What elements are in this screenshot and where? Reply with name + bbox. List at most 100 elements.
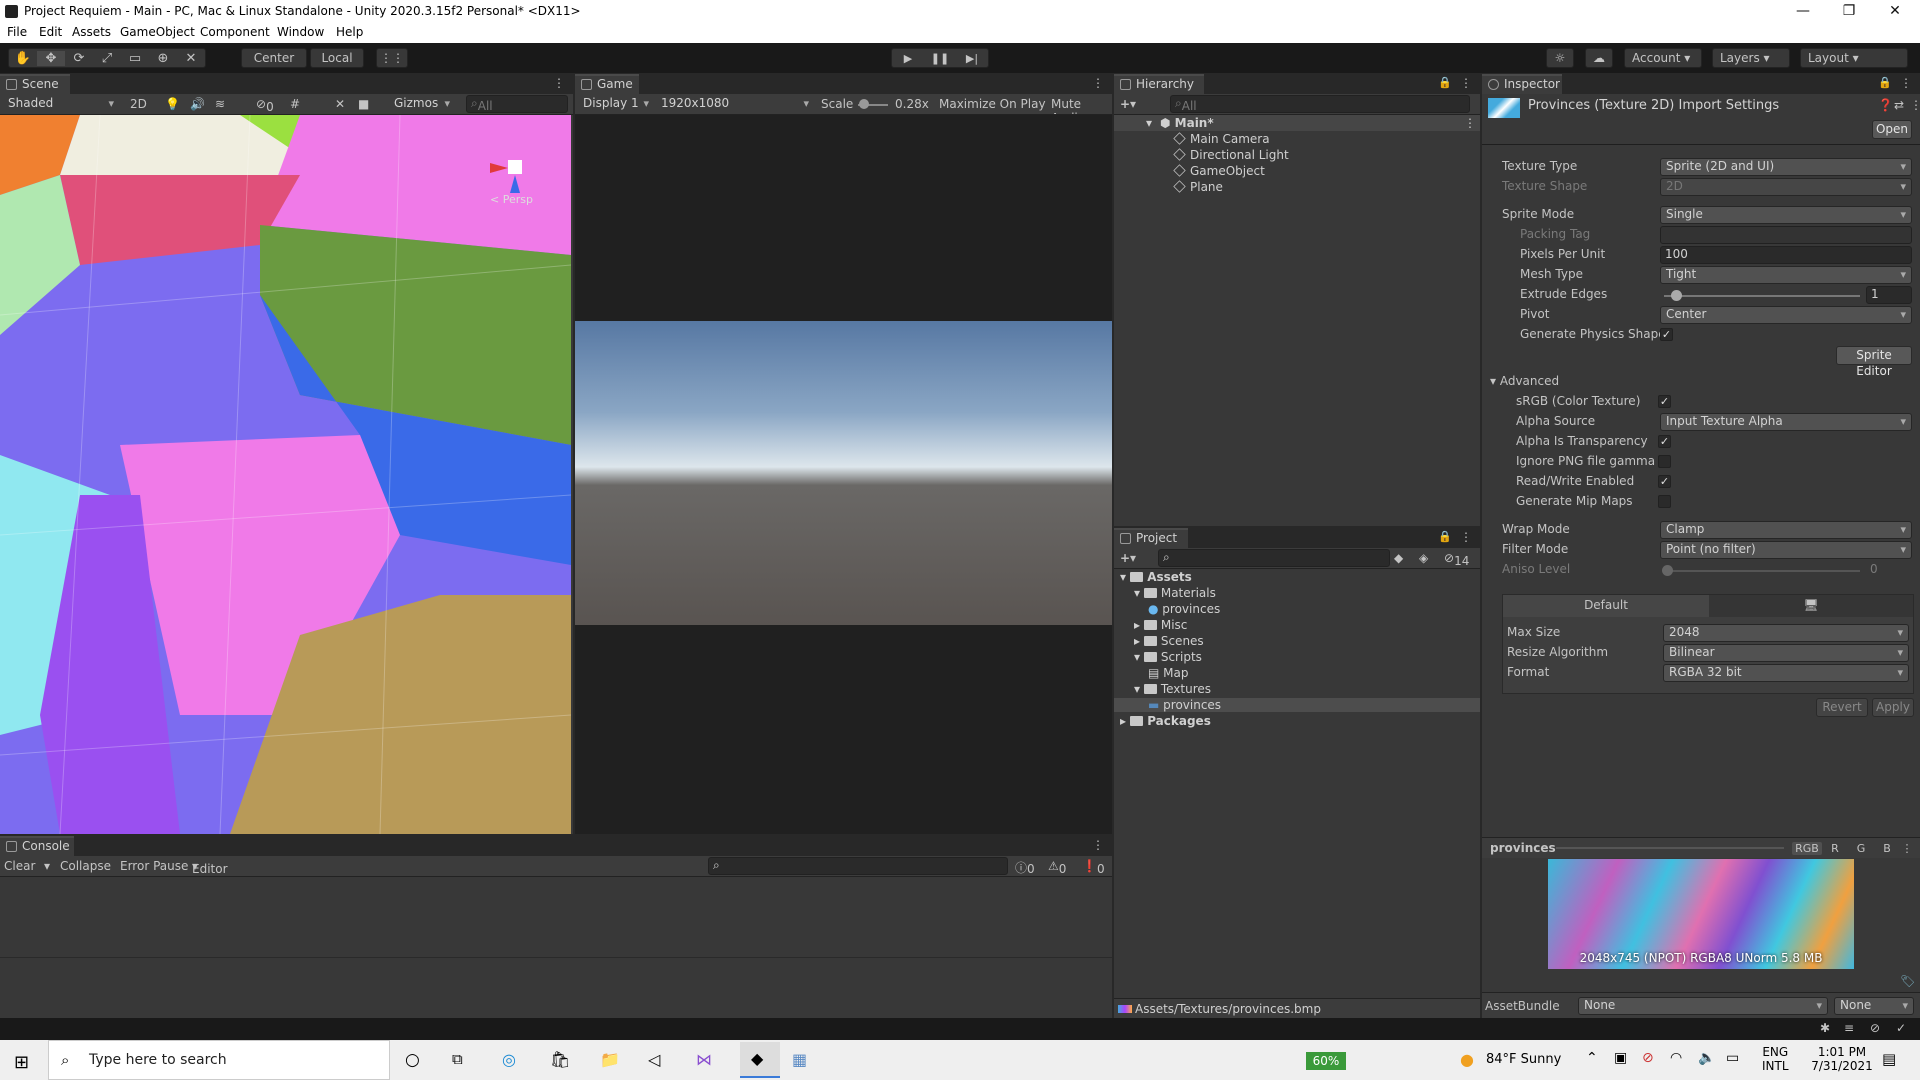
menu-component[interactable]: Component <box>200 25 270 39</box>
clear-options-icon[interactable]: ▾ <box>44 859 50 873</box>
extrude-edges-field[interactable]: 1 <box>1866 286 1912 304</box>
project-item-scripts[interactable]: ▾ Scripts <box>1134 650 1202 664</box>
weather-text[interactable]: 84°F Sunny <box>1486 1052 1561 1067</box>
transform-tool-icon[interactable]: ⊕ <box>149 51 177 66</box>
minimize-button[interactable]: — <box>1780 0 1826 24</box>
game-menu-icon[interactable]: ⋮ <box>1092 76 1104 90</box>
scale-tool-icon[interactable]: ⤢ <box>93 51 121 66</box>
close-button[interactable]: ✕ <box>1872 0 1918 24</box>
tab-console[interactable]: Console <box>0 836 74 856</box>
play-icon[interactable]: ▶ <box>892 52 924 65</box>
rect-tool-icon[interactable]: ▭ <box>121 51 149 66</box>
platform-tab-standalone-icon[interactable]: 🖥 <box>1709 595 1913 617</box>
project-item-map[interactable]: ▤ Map <box>1148 666 1188 680</box>
hierarchy-item-plane[interactable]: Plane <box>1173 180 1223 194</box>
cloud-icon[interactable]: ☁ <box>1585 48 1613 68</box>
project-search-input[interactable]: ⌕ <box>1158 549 1390 567</box>
project-item-textures[interactable]: ▾ Textures <box>1134 682 1211 696</box>
advanced-foldout[interactable]: ▾ Advanced <box>1490 374 1559 388</box>
maximize-button[interactable]: ❐ <box>1826 0 1872 24</box>
collab-icon[interactable]: ☼ <box>1546 48 1574 68</box>
debug-mode-icon[interactable]: ⊘ <box>1870 1021 1880 1035</box>
scene-search-input[interactable]: ⌕ All <box>466 95 568 113</box>
tools-icon[interactable]: ✕ <box>335 97 345 111</box>
max-size-dropdown[interactable]: 2048 <box>1663 624 1909 642</box>
power-icon[interactable]: ▭ <box>1726 1050 1739 1066</box>
gizmos-dropdown[interactable]: Gizmos <box>388 95 456 113</box>
apply-button[interactable]: Apply <box>1872 698 1914 717</box>
language-indicator[interactable]: ENG INTL <box>1762 1045 1789 1073</box>
menu-help[interactable]: Help <box>336 25 363 39</box>
search-by-type-icon[interactable]: ◆ <box>1394 551 1403 565</box>
tray-security-icon[interactable]: ⊘ <box>1642 1050 1654 1066</box>
menu-window[interactable]: Window <box>277 25 324 39</box>
scene-viewport[interactable]: < Persp <box>0 115 571 834</box>
error-count-button[interactable]: ❗ 0 <box>1082 859 1105 876</box>
clear-button[interactable]: Clear <box>4 859 35 873</box>
display-dropdown[interactable]: Display 1 <box>577 95 655 113</box>
hierarchy-lock-icon[interactable]: 🔒 <box>1438 76 1452 89</box>
shading-dropdown[interactable]: Shaded <box>2 95 120 113</box>
channel-rgb-button[interactable]: RGB <box>1792 841 1822 855</box>
help-icon[interactable]: ❓ <box>1878 98 1893 112</box>
file-explorer-icon[interactable]: 📁 <box>600 1050 620 1069</box>
label-tag-icon[interactable]: 🏷 <box>1900 974 1915 988</box>
bug-report-icon[interactable]: ✱ <box>1820 1021 1830 1035</box>
maximize-on-play-toggle[interactable]: Maximize On Play <box>939 97 1046 111</box>
mesh-type-dropdown[interactable]: Tight <box>1660 266 1912 284</box>
search-by-label-icon[interactable]: ◈ <box>1419 551 1428 565</box>
edge-browser-icon[interactable]: ◎ <box>502 1050 516 1069</box>
step-icon[interactable]: ▶| <box>956 52 988 65</box>
pause-icon[interactable]: ❚❚ <box>924 52 956 65</box>
project-item-provinces[interactable]: ● provinces <box>1148 602 1220 616</box>
unity-hub-icon[interactable]: ◁ <box>648 1050 660 1069</box>
unity-editor-taskbar-icon[interactable]: ◆ <box>740 1042 780 1078</box>
warning-count-button[interactable]: ⚠ 0 <box>1048 859 1066 876</box>
windows-start-icon[interactable]: ⊞ <box>14 1052 29 1073</box>
account-dropdown[interactable]: Account ▾ <box>1624 48 1702 68</box>
effects-icon[interactable]: ≋ <box>215 97 225 111</box>
menu-gameobject[interactable]: GameObject <box>120 25 195 39</box>
hierarchy-add-icon[interactable]: +▾ <box>1120 97 1136 111</box>
alpha-is-transparency-checkbox[interactable]: ✓ <box>1658 435 1671 448</box>
hierarchy-item-directional-light[interactable]: Directional Light <box>1173 148 1289 162</box>
tab-hierarchy[interactable]: Hierarchy <box>1114 74 1204 94</box>
editor-dropdown[interactable]: Editor ▾ <box>192 859 228 876</box>
project-item-provinces[interactable]: ▬ provinces <box>1114 698 1480 712</box>
project-packages-root[interactable]: ▸ Packages <box>1120 714 1211 728</box>
error-pause-button[interactable]: Error Pause <box>120 859 188 873</box>
extrude-edges-slider[interactable] <box>1664 295 1860 297</box>
notifications-icon[interactable]: ▤ <box>1882 1050 1896 1068</box>
tray-chevron-icon[interactable]: ⌃ <box>1586 1050 1598 1066</box>
mip-slider[interactable] <box>1556 847 1784 849</box>
gizmo-z-axis-icon[interactable] <box>510 175 520 193</box>
move-tool-icon[interactable]: ✥ <box>37 50 65 66</box>
audio-icon[interactable]: 🔊 <box>190 97 205 111</box>
alpha-source-dropdown[interactable]: Input Texture Alpha <box>1660 413 1912 431</box>
hierarchy-scene-row[interactable]: ▾ ⬢ Main* ⋮ <box>1114 115 1480 131</box>
hierarchy-item-main-camera[interactable]: Main Camera <box>1173 132 1270 146</box>
project-menu-icon[interactable]: ⋮ <box>1460 530 1472 544</box>
hand-tool-icon[interactable]: ✋ <box>9 51 37 66</box>
format-dropdown[interactable]: RGBA 32 bit <box>1663 664 1909 682</box>
lighting-icon[interactable]: 💡 <box>165 97 180 111</box>
console-search-input[interactable]: ⌕ <box>708 857 1008 875</box>
generate-physics-shape-checkbox[interactable]: ✓ <box>1660 328 1673 341</box>
extrude-edges-slider-thumb[interactable] <box>1671 290 1683 301</box>
pixels-per-unit-field[interactable]: 100 <box>1660 246 1912 264</box>
hidden-objects-icon[interactable]: ⊘ 0 <box>256 97 274 114</box>
pivot-local-button[interactable]: Local <box>310 48 364 68</box>
console-menu-icon[interactable]: ⋮ <box>1092 838 1104 852</box>
scale-slider-thumb[interactable] <box>859 99 869 109</box>
collapse-button[interactable]: Collapse <box>60 859 111 873</box>
project-item-materials[interactable]: ▾ Materials <box>1134 586 1216 600</box>
custom-tool-icon[interactable]: ✕ <box>177 51 205 66</box>
wifi-icon[interactable]: ◠ <box>1670 1050 1682 1066</box>
scene-menu-icon[interactable]: ⋮ <box>553 76 565 90</box>
volume-icon[interactable]: 🔈 <box>1698 1050 1715 1066</box>
gizmo-x-axis-icon[interactable] <box>490 163 508 173</box>
expand-arrow-icon[interactable]: ▾ <box>1134 650 1144 664</box>
channel-r-button[interactable]: R <box>1822 842 1848 855</box>
tab-game[interactable]: Game <box>575 74 639 94</box>
hidden-packages-icon[interactable]: ⊘ 14 <box>1444 551 1469 568</box>
